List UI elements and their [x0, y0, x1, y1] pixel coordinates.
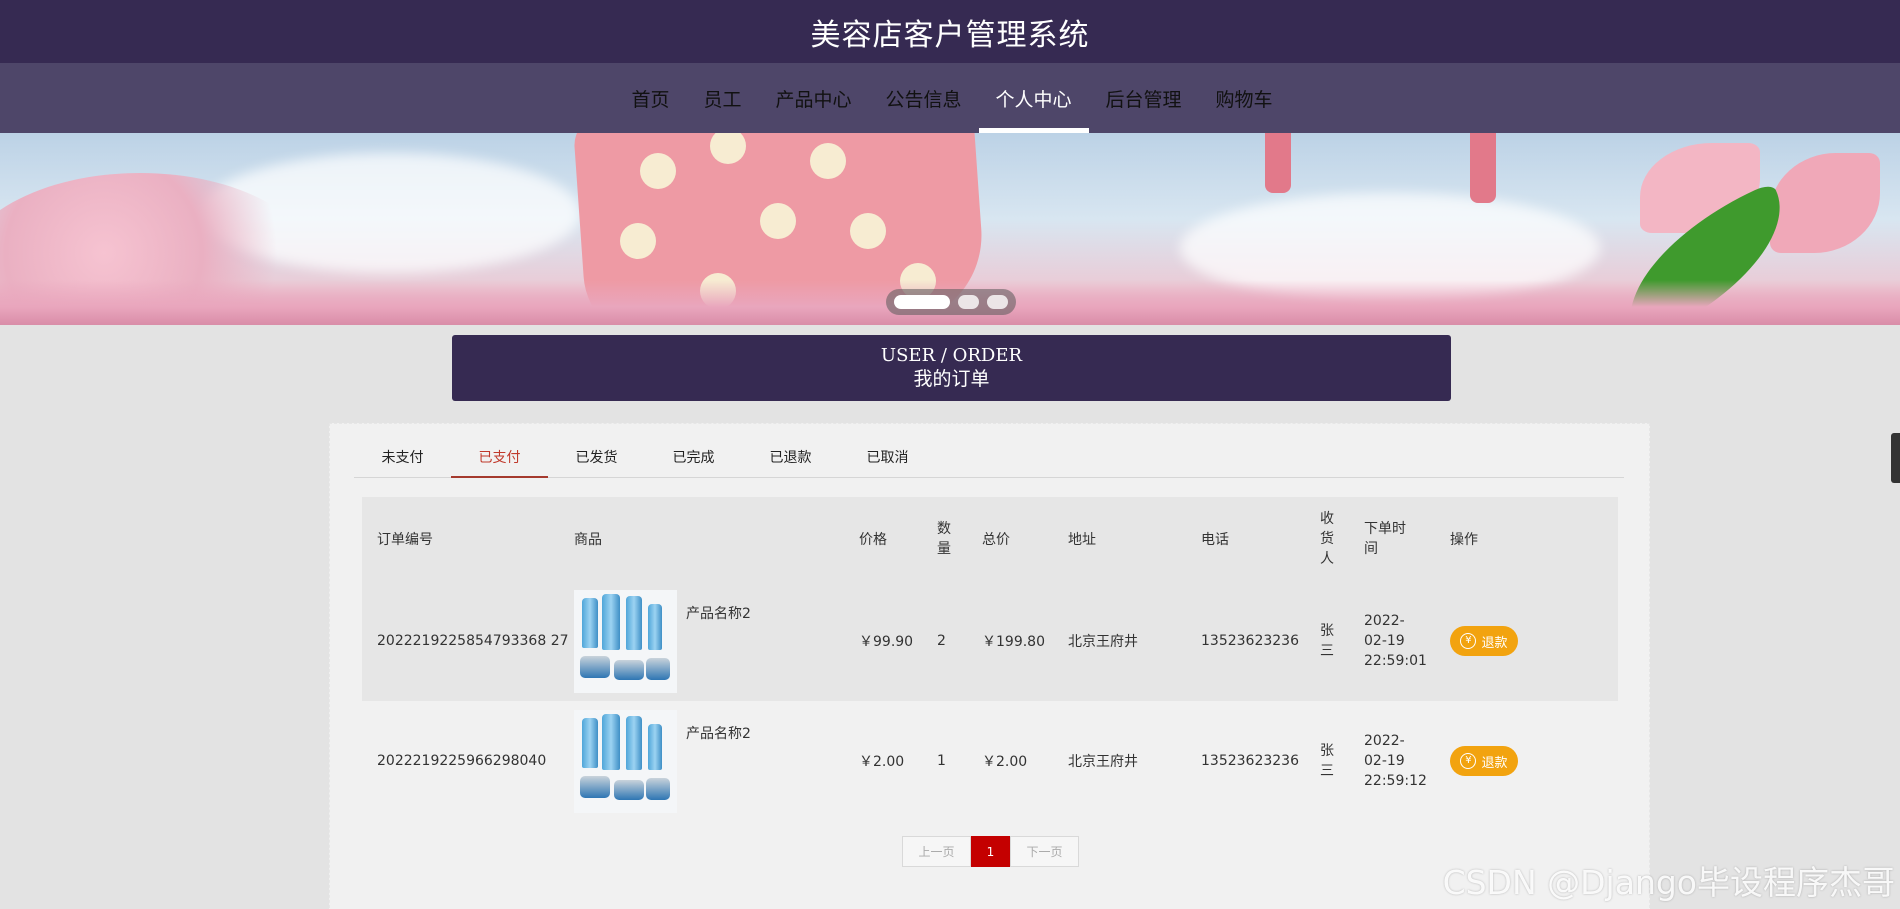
order-address: 北京王府井 — [1068, 754, 1138, 770]
header-product: 商品 — [574, 532, 602, 548]
nav-item-notices[interactable]: 公告信息 — [868, 63, 978, 133]
banner-bag-dot — [810, 143, 846, 179]
carousel-dot[interactable] — [894, 295, 950, 309]
section-title-en: USER / ORDER — [880, 345, 1023, 366]
banner-ribbon — [1470, 133, 1496, 203]
header-receiver: 收货人 — [1320, 511, 1334, 567]
refund-button[interactable]: ¥ 退款 — [1450, 626, 1518, 656]
action-cell: ¥ 退款 — [1450, 581, 1518, 701]
banner-bag-dot — [850, 213, 886, 249]
tab-cancelled[interactable]: 已取消 — [839, 440, 936, 477]
order-status-tabs: 未支付 已支付 已发货 已完成 已退款 已取消 — [354, 440, 1624, 478]
order-phone: 13523623236 — [1201, 633, 1299, 649]
header-order-time: 下单时间 — [1364, 521, 1406, 557]
order-time: 2022-02-19 22:59:12 — [1364, 733, 1427, 789]
nav-item-admin[interactable]: 后台管理 — [1089, 63, 1199, 133]
yen-icon: ¥ — [1460, 633, 1477, 649]
product-thumbnail[interactable] — [574, 589, 677, 693]
yen-icon: ¥ — [1460, 753, 1477, 769]
orders-panel: 未支付 已支付 已发货 已完成 已退款 已取消 订单编号 商品 价格 数量 总价… — [329, 423, 1650, 909]
nav-item-staff[interactable]: 员工 — [686, 63, 758, 133]
product-jar — [614, 659, 644, 680]
section-header: USER / ORDER 我的订单 — [452, 335, 1451, 401]
product-name[interactable]: 产品名称2 — [686, 603, 751, 623]
side-float-tab[interactable] — [1891, 433, 1900, 483]
prev-page-button[interactable]: 上一页 — [902, 836, 971, 867]
product-bottle — [648, 723, 662, 770]
product-jar — [614, 779, 644, 800]
header-qty: 数量 — [937, 521, 951, 557]
banner-bag-dot — [760, 203, 796, 239]
main-nav: 首页 员工 产品中心 公告信息 个人中心 后台管理 购物车 — [0, 63, 1900, 133]
tab-completed[interactable]: 已完成 — [645, 440, 742, 477]
banner-ribbon — [1265, 133, 1291, 193]
header-order-no: 订单编号 — [377, 532, 433, 548]
order-receiver: 张三 — [1320, 623, 1334, 659]
table-row: 2022219225966298040 产品名称2 ￥2.00 1 ￥2.00 … — [362, 701, 1618, 821]
carousel-dot[interactable] — [986, 295, 1008, 309]
banner-petal — [1770, 153, 1880, 253]
banner-carousel[interactable] — [0, 133, 1900, 325]
table-header: 订单编号 商品 价格 数量 总价 地址 电话 收货人 下单时间 操作 — [362, 497, 1618, 581]
watermark: CSDN @Django毕设程序杰哥 — [1442, 863, 1895, 902]
site-title: 美容店客户管理系统 — [810, 17, 1090, 53]
order-time: 2022-02-19 22:59:01 — [1364, 613, 1427, 669]
tab-unpaid[interactable]: 未支付 — [354, 440, 451, 477]
site-header: 美容店客户管理系统 — [0, 0, 1900, 63]
section-title-cn: 我的订单 — [913, 368, 990, 390]
order-total: ￥2.00 — [982, 754, 1028, 770]
banner-bag-dot — [620, 223, 656, 259]
pagination: 上一页 1 下一页 — [902, 836, 1079, 867]
header-action: 操作 — [1450, 532, 1478, 548]
order-receiver: 张三 — [1320, 743, 1334, 779]
product-jar — [580, 655, 610, 678]
header-phone: 电话 — [1201, 532, 1229, 548]
product-cell — [574, 701, 677, 821]
order-price: ￥2.00 — [859, 754, 905, 770]
product-name[interactable]: 产品名称2 — [686, 723, 751, 743]
order-qty: 1 — [937, 753, 946, 769]
order-phone: 13523623236 — [1201, 753, 1299, 769]
product-bottle — [602, 713, 620, 770]
product-bottle — [626, 595, 642, 650]
product-bottle — [648, 603, 662, 650]
orders-table: 订单编号 商品 价格 数量 总价 地址 电话 收货人 下单时间 操作 20222… — [362, 497, 1618, 821]
tab-shipped[interactable]: 已发货 — [548, 440, 645, 477]
order-address: 北京王府井 — [1068, 634, 1138, 650]
nav-item-cart[interactable]: 购物车 — [1199, 63, 1290, 133]
product-bottle — [626, 715, 642, 770]
refund-label: 退款 — [1481, 635, 1508, 651]
carousel-indicators — [886, 289, 1016, 315]
header-total: 总价 — [982, 532, 1010, 548]
order-total: ￥199.80 — [982, 634, 1045, 650]
page-number-button[interactable]: 1 — [971, 836, 1010, 867]
product-jar — [646, 777, 670, 800]
banner-bag-dot — [640, 153, 676, 189]
refund-label: 退款 — [1481, 755, 1508, 771]
product-jar — [580, 775, 610, 798]
product-bottle — [582, 597, 598, 648]
nav-item-personal-center[interactable]: 个人中心 — [978, 63, 1089, 133]
header-address: 地址 — [1068, 532, 1096, 548]
product-jar — [646, 657, 670, 680]
order-qty: 2 — [937, 633, 946, 649]
order-price: ￥99.90 — [859, 634, 914, 650]
product-thumbnail[interactable] — [574, 709, 677, 813]
header-price: 价格 — [859, 532, 887, 548]
action-cell: ¥ 退款 — [1450, 701, 1518, 821]
product-bottle — [582, 717, 598, 768]
product-bottle — [602, 593, 620, 650]
tab-paid[interactable]: 已支付 — [451, 440, 548, 478]
order-no: 2022219225966298040 — [377, 753, 547, 769]
next-page-button[interactable]: 下一页 — [1010, 836, 1079, 867]
product-cell — [574, 581, 677, 701]
refund-button[interactable]: ¥ 退款 — [1450, 746, 1518, 776]
table-row: 2022219225854793368 27 产品名称2 ￥99.90 2 ￥1… — [362, 581, 1618, 701]
nav-item-home[interactable]: 首页 — [614, 63, 686, 133]
order-no: 2022219225854793368 27 — [377, 633, 569, 649]
carousel-dot[interactable] — [957, 295, 979, 309]
tab-refunded[interactable]: 已退款 — [742, 440, 839, 477]
nav-item-products[interactable]: 产品中心 — [758, 63, 868, 133]
